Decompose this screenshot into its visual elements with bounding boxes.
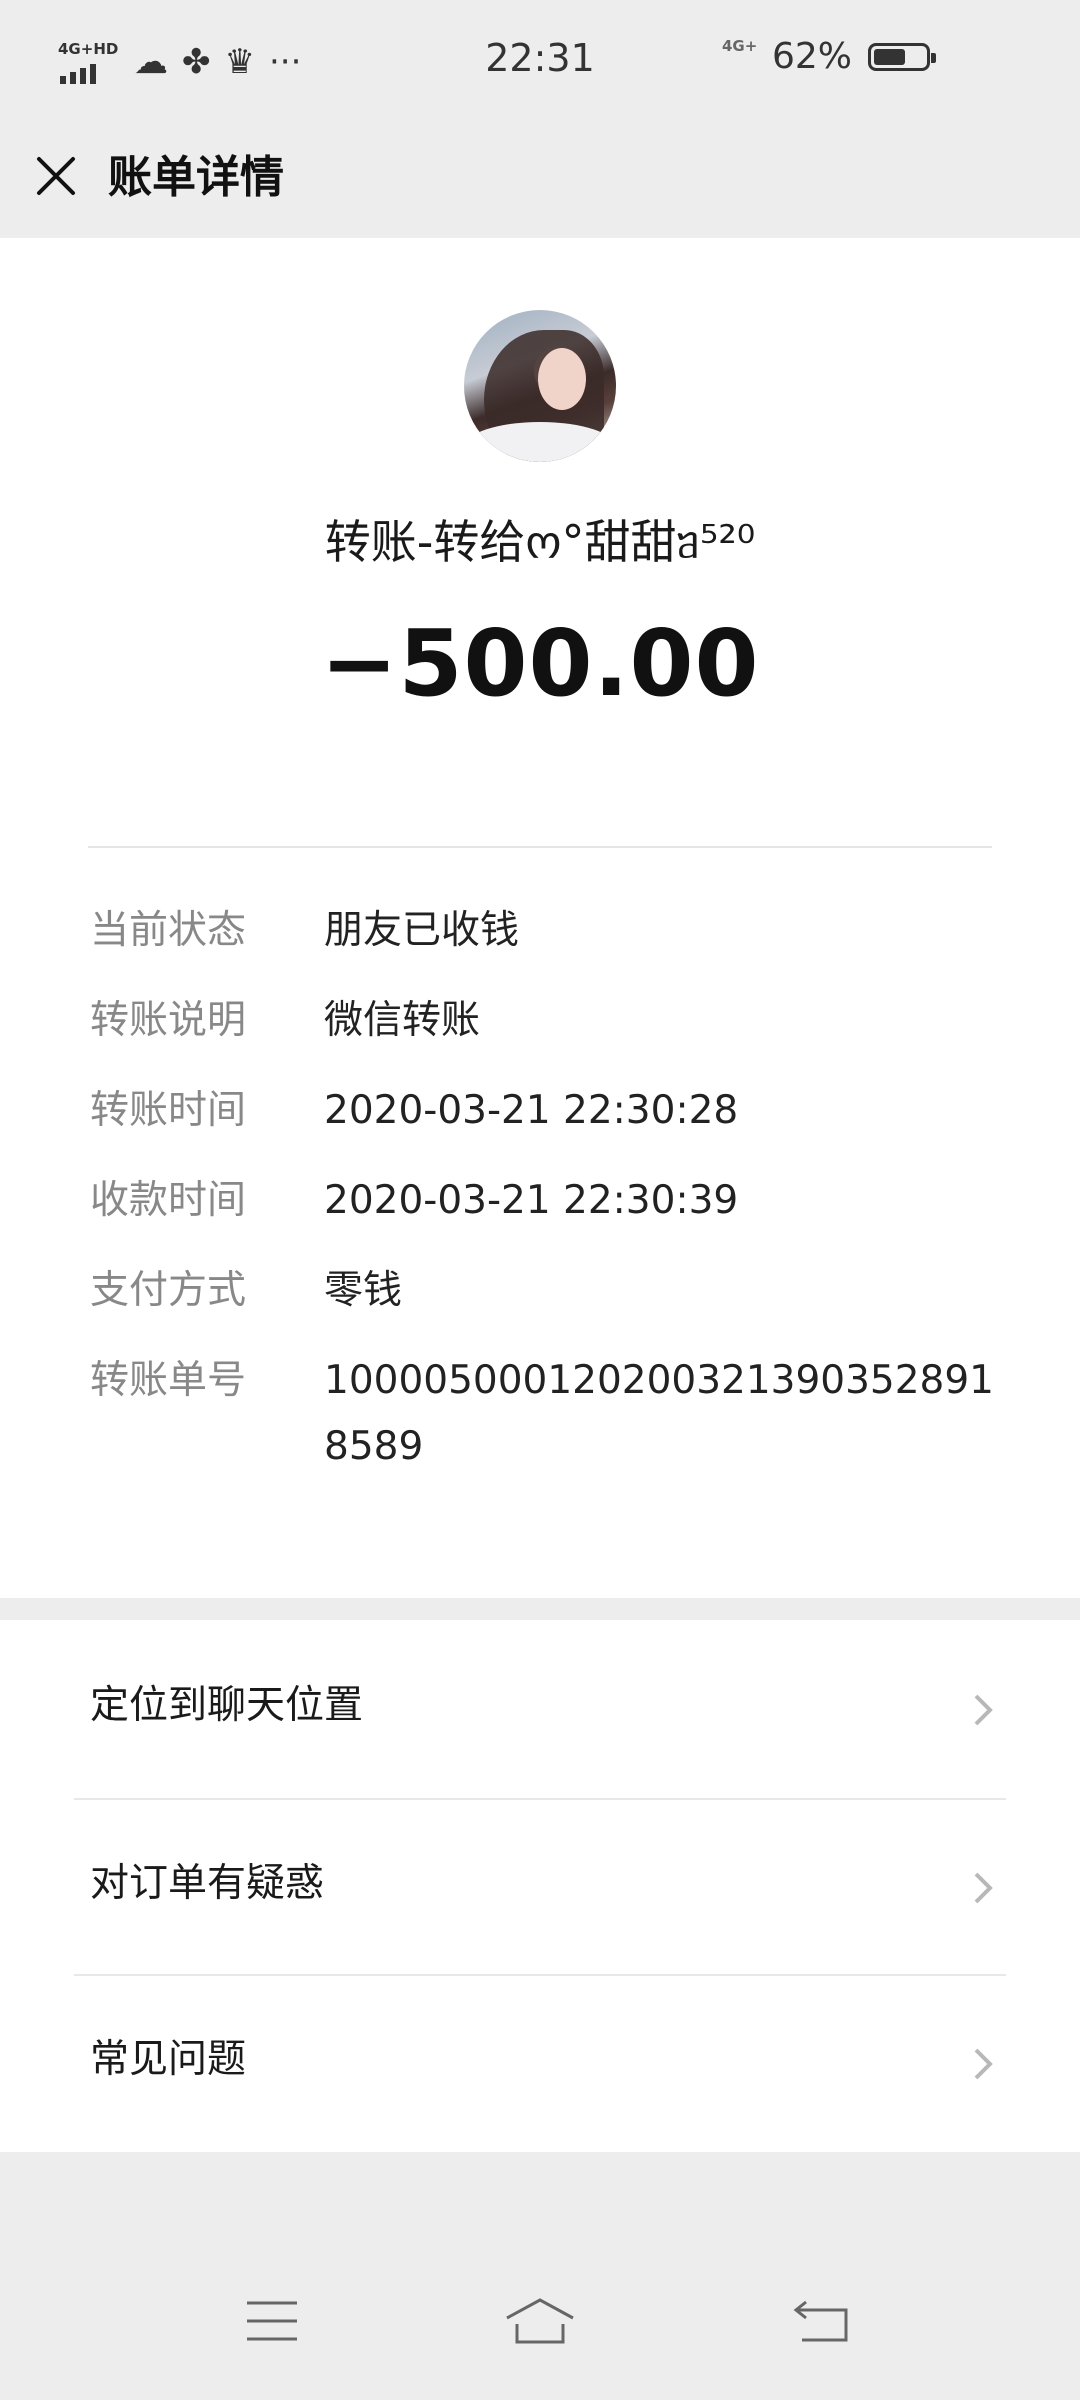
chevron-right-icon: [968, 1690, 998, 1730]
menu-item-faq[interactable]: 常见问题: [0, 1974, 1080, 2150]
chevron-right-icon: [968, 1868, 998, 1908]
recent-apps-button[interactable]: [232, 2286, 312, 2356]
avatar[interactable]: [464, 310, 616, 462]
menu-item-label: 常见问题: [90, 2037, 247, 2082]
detail-value: 朋友已收钱: [324, 908, 520, 953]
menu-lines-icon: [247, 2301, 297, 2341]
detail-value: 2020-03-21 22:30:28: [324, 1088, 739, 1133]
home-icon: [506, 2298, 574, 2344]
detail-label: 转账说明: [90, 998, 247, 1043]
detail-label: 转账单号: [90, 1358, 247, 1403]
payee-title: 转账-转给ო°甜甜ᥑ⁵²⁰: [324, 515, 756, 569]
detail-label: 支付方式: [90, 1268, 247, 1313]
page-title: 账单详情: [108, 152, 284, 203]
menu-item-label: 对订单有疑惑: [90, 1861, 325, 1906]
action-menu: 定位到聊天位置 对订单有疑惑 常见问题: [0, 1620, 1080, 2152]
status-bar: 4G+HD ☁ ✤ ♛ ··· 22:31 4G+ 62%: [0, 0, 1080, 120]
close-button[interactable]: [28, 148, 84, 204]
menu-item-order-question[interactable]: 对订单有疑惑: [0, 1798, 1080, 1974]
transfer-amount: −500.00: [320, 610, 760, 717]
transfer-detail-card: 转账-转给ო°甜甜ᥑ⁵²⁰ −500.00 当前状态 朋友已收钱 转账说明 微信…: [0, 238, 1080, 1598]
battery-percent: 62%: [771, 36, 852, 77]
nav-header: 账单详情: [0, 120, 1080, 238]
detail-value: 微信转账: [324, 998, 481, 1043]
detail-value: 零钱: [324, 1268, 403, 1313]
mobile-data-icon: 4G+: [721, 36, 758, 55]
detail-label: 转账时间: [90, 1088, 247, 1133]
close-icon: [37, 157, 75, 195]
chevron-right-icon: [968, 2044, 998, 2084]
menu-item-locate-chat[interactable]: 定位到聊天位置: [0, 1620, 1080, 1796]
detail-label: 收款时间: [90, 1178, 247, 1223]
status-right-icons: 4G+ 62%: [721, 36, 936, 77]
divider: [88, 846, 992, 848]
system-nav-bar: [0, 2240, 1080, 2400]
menu-item-label: 定位到聊天位置: [90, 1683, 364, 1728]
home-button[interactable]: [500, 2286, 580, 2356]
detail-value: 100005000120200321390352891 8589: [324, 1358, 994, 1469]
back-arrow-icon: [793, 2300, 848, 2342]
back-button[interactable]: [782, 2286, 862, 2356]
detail-label: 当前状态: [90, 908, 247, 953]
detail-value: 2020-03-21 22:30:39: [324, 1178, 739, 1223]
battery-icon: [868, 42, 936, 71]
